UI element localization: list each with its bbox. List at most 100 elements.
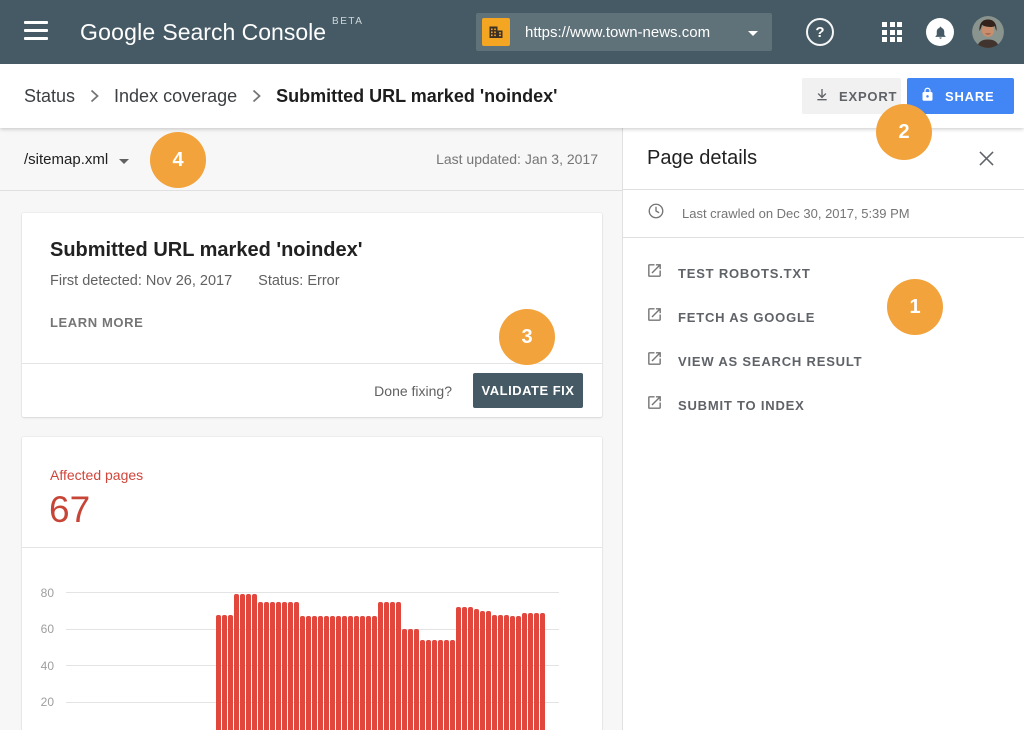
- chart-bar: [264, 602, 269, 730]
- chart-bar: [276, 602, 281, 730]
- chart-bar: [408, 629, 413, 730]
- open-in-new-icon: [646, 262, 663, 284]
- y-axis-tick-label: 40: [18, 659, 54, 673]
- chart-bar: [348, 616, 353, 730]
- annotation-badge-1: 1: [887, 279, 943, 335]
- link-label: VIEW AS SEARCH RESULT: [678, 354, 862, 369]
- share-button[interactable]: SHARE: [907, 78, 1014, 114]
- status-text: Status: Error: [258, 273, 339, 289]
- chart-bar: [480, 611, 485, 730]
- chevron-right-icon: [252, 89, 261, 103]
- y-axis-tick-label: 60: [18, 622, 54, 636]
- logo-beta-tag: BETA: [332, 16, 363, 27]
- top-app-bar: Google Search Console BETA https://www.t…: [0, 0, 1024, 64]
- last-updated-text: Last updated: Jan 3, 2017: [436, 151, 598, 167]
- test-robots-link[interactable]: TEST ROBOTS.TXT: [623, 251, 1024, 295]
- affected-pages-count: 67: [49, 489, 90, 531]
- apps-grid-icon[interactable]: [878, 18, 906, 46]
- chart-bar: [330, 616, 335, 730]
- chart-bar: [336, 616, 341, 730]
- chart-bar: [504, 615, 509, 730]
- issue-card-footer: Done fixing? VALIDATE FIX: [22, 364, 602, 417]
- chevron-down-icon: [119, 151, 129, 169]
- chart-bar: [426, 640, 431, 730]
- annotation-badge-3: 3: [499, 309, 555, 365]
- validate-fix-button[interactable]: VALIDATE FIX: [473, 373, 583, 408]
- chart-bar: [354, 616, 359, 730]
- learn-more-link[interactable]: LEARN MORE: [50, 315, 143, 330]
- chart-bar: [414, 629, 419, 730]
- chart-bar: [468, 607, 473, 730]
- property-building-icon: [482, 18, 510, 46]
- user-avatar[interactable]: [972, 16, 1004, 48]
- link-label: FETCH AS GOOGLE: [678, 310, 815, 325]
- sitemap-dropdown-value: /sitemap.xml: [24, 151, 108, 168]
- chart-bar: [222, 615, 227, 730]
- bar-chart-plot: 20406080: [66, 556, 559, 730]
- chart-bar: [432, 640, 437, 730]
- page-details-title: Page details: [647, 147, 976, 170]
- chart-bar: [360, 616, 365, 730]
- chart-bar: [300, 616, 305, 730]
- notifications-bell-icon[interactable]: [926, 18, 954, 46]
- breadcrumb-index-coverage[interactable]: Index coverage: [114, 86, 237, 107]
- chart-bar: [258, 602, 263, 730]
- chart-bar: [216, 615, 221, 730]
- chart-bar: [324, 616, 329, 730]
- submit-to-index-link[interactable]: SUBMIT TO INDEX: [623, 383, 1024, 427]
- first-detected-text: First detected: Nov 26, 2017: [50, 273, 232, 289]
- chart-bar: [390, 602, 395, 730]
- chart-bar: [342, 616, 347, 730]
- chart-bar: [240, 594, 245, 730]
- chart-bar: [246, 594, 251, 730]
- report-main-area: /sitemap.xml Last updated: Jan 3, 2017 S…: [0, 128, 622, 730]
- last-crawled-text: Last crawled on Dec 30, 2017, 5:39 PM: [682, 206, 910, 221]
- sitemap-dropdown[interactable]: /sitemap.xml: [24, 149, 129, 169]
- chart-bar: [486, 611, 491, 730]
- chart-bar: [528, 613, 533, 730]
- breadcrumb-current-page: Submitted URL marked 'noindex': [276, 86, 557, 107]
- chart-bar: [234, 594, 239, 730]
- breadcrumb-status[interactable]: Status: [24, 86, 75, 107]
- logo-google-text: Google: [80, 19, 155, 46]
- affected-pages-card: Affected pages 67 20406080: [22, 437, 602, 730]
- help-icon[interactable]: ?: [806, 18, 834, 46]
- chart-bar: [228, 615, 233, 730]
- chart-bar: [456, 607, 461, 730]
- export-label: EXPORT: [839, 89, 897, 104]
- chart-bar: [294, 602, 299, 730]
- breadcrumb: Status Index coverage Submitted URL mark…: [24, 64, 557, 128]
- page-details-panel: Page details Last crawled on Dec 30, 201…: [622, 128, 1024, 730]
- chart-bar: [498, 615, 503, 730]
- download-icon: [814, 87, 830, 106]
- chart-bar: [318, 616, 323, 730]
- export-button[interactable]: EXPORT: [802, 78, 901, 114]
- chart-bar: [396, 602, 401, 730]
- link-label: SUBMIT TO INDEX: [678, 398, 805, 413]
- property-selector[interactable]: https://www.town-news.com: [476, 13, 772, 51]
- chart-bar: [474, 609, 479, 730]
- close-icon[interactable]: [976, 149, 996, 169]
- y-axis-tick-label: 20: [18, 695, 54, 709]
- app-window: Google Search Console BETA https://www.t…: [0, 0, 1024, 730]
- clock-icon: [647, 202, 665, 225]
- chart-bar: [540, 613, 545, 730]
- chart-bar: [522, 613, 527, 730]
- chart-bar: [384, 602, 389, 730]
- chart-bar: [450, 640, 455, 730]
- share-label: SHARE: [945, 89, 995, 104]
- chart-bar: [516, 616, 521, 730]
- view-as-search-result-link[interactable]: VIEW AS SEARCH RESULT: [623, 339, 1024, 383]
- link-label: TEST ROBOTS.TXT: [678, 266, 811, 281]
- fetch-as-google-link[interactable]: FETCH AS GOOGLE: [623, 295, 1024, 339]
- breadcrumb-bar: Status Index coverage Submitted URL mark…: [0, 64, 1024, 128]
- chart-bar: [288, 602, 293, 730]
- chart-bar: [534, 613, 539, 730]
- annotation-badge-4: 4: [150, 132, 206, 188]
- chart-bar: [252, 594, 257, 730]
- lock-icon: [920, 87, 935, 105]
- card-divider: [22, 547, 602, 548]
- menu-icon[interactable]: [24, 21, 48, 43]
- chart-bar: [282, 602, 287, 730]
- issue-meta: First detected: Nov 26, 2017 Status: Err…: [50, 273, 340, 289]
